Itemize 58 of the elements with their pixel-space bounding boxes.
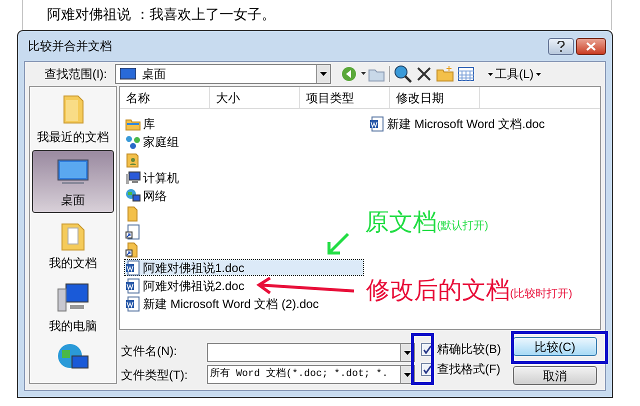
option-label: 精确比较(B) [437, 341, 501, 358]
help-button[interactable] [548, 38, 574, 54]
file-item[interactable]: 网络 [124, 187, 368, 204]
close-icon [586, 42, 596, 50]
view-grid-icon[interactable] [458, 67, 474, 81]
caret-icon [536, 72, 541, 76]
file-item[interactable]: 家庭组 [124, 133, 368, 150]
option-label: 查找格式(F) [437, 361, 500, 378]
look-in-dropdown[interactable]: 桌面 [115, 64, 331, 84]
network-globe-icon [125, 188, 141, 204]
file-type-value: 所有 Word 文档(*.doc; *.dot; *. [209, 367, 390, 382]
check-icon [423, 344, 432, 354]
document-text: 阿难对佛祖说 ：我喜欢上了一女子。 [47, 7, 276, 23]
user-folder-icon [125, 152, 141, 168]
annotation-text: 原文档 [365, 210, 437, 234]
column-header[interactable]: 大小 [210, 87, 300, 108]
file-type-label: 文件类型(T): [121, 367, 189, 384]
highlight-frame [411, 333, 434, 385]
look-in-value: 桌面 [142, 66, 167, 83]
look-in-label: 查找范围(I): [43, 66, 108, 83]
places-item[interactable]: 我最近的文档 [32, 87, 114, 150]
places-item[interactable]: 我的电脑 [32, 276, 114, 339]
delete-x-icon[interactable] [416, 66, 432, 82]
annotation-arrow [326, 232, 350, 256]
word-document-icon [125, 260, 141, 276]
column-header[interactable]: 名称 [120, 87, 210, 108]
column-header[interactable]: 修改日期 [390, 87, 480, 108]
file-type-dropdown[interactable]: 所有 Word 文档(*.doc; *.dot; *. [207, 365, 415, 384]
homegroup-icon [125, 134, 141, 150]
annotation-note: (比较时打开) [510, 286, 572, 302]
file-item[interactable]: 新建 Microsoft Word 文档.doc [368, 115, 568, 132]
check-icon [423, 364, 432, 374]
file-item[interactable]: 新建 Microsoft Word 文档 (2).doc [124, 295, 368, 312]
file-name-field[interactable] [207, 343, 415, 362]
document-shortcut-icon [125, 224, 141, 240]
close-button[interactable] [576, 38, 606, 54]
monitor-icon [120, 68, 136, 80]
compare-button[interactable]: 比较(C) [513, 337, 597, 356]
file-item[interactable]: 库 [124, 115, 368, 132]
window-title: 比较并合并文档 [28, 38, 112, 55]
cancel-button[interactable]: 取消 [513, 366, 597, 385]
word-document-icon [125, 296, 141, 312]
column-header[interactable]: 项目类型 [300, 87, 390, 108]
search-globe-icon[interactable] [394, 65, 412, 83]
places-item[interactable]: 桌面 [32, 150, 114, 213]
file-item[interactable]: 计算机 [124, 169, 368, 186]
places-item[interactable]: 我的文档 [32, 213, 114, 276]
annotation-text: 修改后的文档 [366, 278, 510, 302]
file-name-label: 文件名(N): [121, 343, 178, 360]
question-mark-icon [557, 40, 565, 52]
computer-icon [56, 280, 90, 314]
word-document-icon [125, 278, 141, 294]
caret-icon [488, 72, 493, 76]
annotation-note: (默认打开) [437, 218, 488, 234]
tools-menu-button[interactable]: 工具(L) [488, 65, 541, 83]
file-item[interactable]: 阿难对佛祖说1.doc [124, 259, 364, 276]
computer-icon [125, 170, 141, 186]
word-document-icon [369, 116, 385, 132]
